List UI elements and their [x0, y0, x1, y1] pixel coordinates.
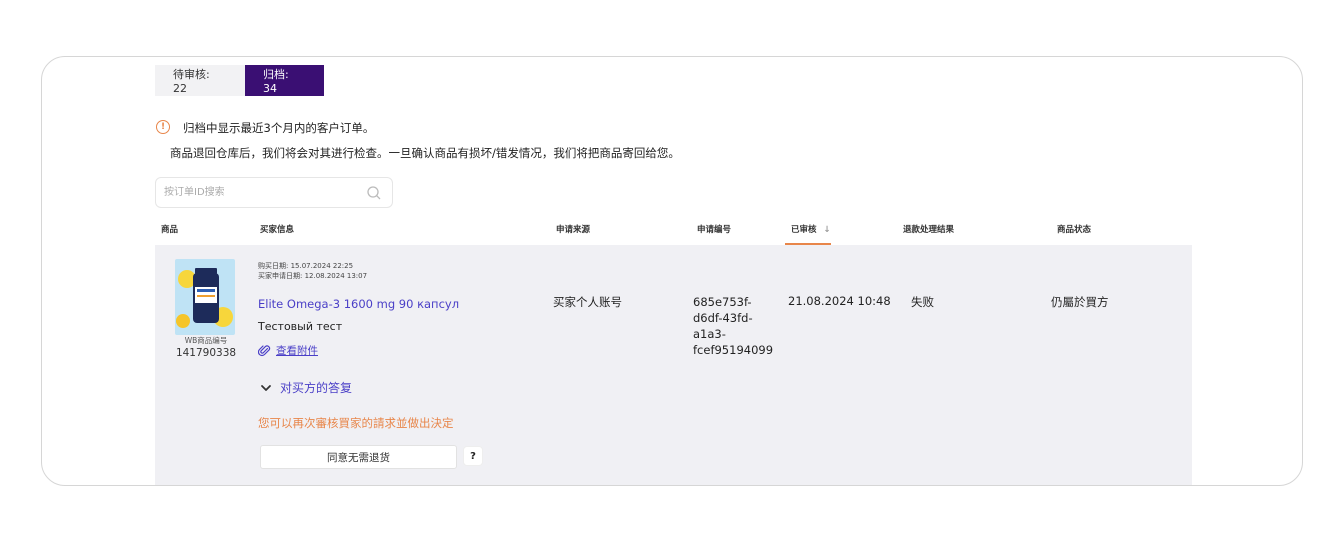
app-number-line: d6df-43fd- [693, 311, 753, 325]
search-input[interactable] [164, 178, 364, 207]
paperclip-icon [258, 344, 271, 356]
info-icon: ! [156, 120, 170, 134]
search-icon[interactable] [366, 185, 382, 201]
sort-arrow-icon: ↓ [823, 225, 831, 235]
reply-to-buyer-toggle[interactable]: 对买方的答复 [260, 379, 352, 396]
purchase-date: 购买日期: 15.07.2024 22:25 [258, 262, 354, 270]
header-app-number: 申请编号 [697, 225, 732, 235]
view-attachments-link[interactable]: 查看附件 [258, 343, 318, 358]
reply-to-buyer-label: 对买方的答复 [280, 381, 353, 395]
tab-pending[interactable]: 待审核: 22 [155, 65, 245, 96]
app-number-line: fcef95194099 [693, 343, 774, 357]
app-number-line: 685e753f- [693, 295, 752, 309]
request-date: 买家申请日期: 12.08.2024 13:07 [258, 272, 368, 280]
tab-archived[interactable]: 归档: 34 [245, 65, 324, 96]
refund-result-value: 失败 [911, 295, 934, 309]
product-name-link[interactable]: Elite Omega-3 1600 mg 90 капсул [258, 297, 459, 311]
buyer-comment: Тестовый тест [258, 320, 343, 333]
source-value: 买家个人账号 [553, 295, 622, 309]
header-product: 商品 [161, 225, 179, 235]
view-attachments-label: 查看附件 [276, 345, 318, 357]
order-search [155, 177, 393, 208]
wb-sku-label: WB商品编号 [184, 336, 228, 345]
tab-bar: 待审核: 22 归档: 34 [155, 65, 324, 96]
notice-text-1: 归档中显示最近3个月内的客户订单。 [183, 121, 375, 135]
wb-sku-value: 141790338 [175, 347, 237, 359]
header-reviewed[interactable]: 已审核 ↓ [791, 223, 831, 235]
product-image[interactable] [175, 259, 235, 335]
review-again-note: 您可以再次審核買家的請求並做出決定 [258, 416, 454, 430]
header-refund-result: 退款处理结果 [903, 225, 955, 235]
header-product-status: 商品状态 [1057, 225, 1092, 235]
product-status-value: 仍屬於買方 [1051, 295, 1109, 309]
app-number-line: a1a3- [693, 327, 726, 341]
table-header: 商品 买家信息 申请来源 申请编号 已审核 ↓ 退款处理结果 商品状态 [155, 217, 1192, 245]
header-source: 申请来源 [556, 225, 591, 235]
chevron-down-icon [261, 384, 271, 391]
agree-no-return-button[interactable]: 同意无需退货 [260, 445, 457, 469]
header-reviewed-label: 已审核 [791, 225, 817, 235]
application-number: 685e753f- d6df-43fd- a1a3- fcef95194099 [693, 294, 773, 358]
header-buyer-info: 买家信息 [260, 225, 295, 235]
table-row: WB商品编号 141790338 购买日期: 15.07.2024 22:25 … [155, 245, 1192, 485]
reviewed-date: 21.08.2024 10:48 [788, 294, 891, 308]
archive-card: 待审核: 22 归档: 34 ! 归档中显示最近3个月内的客户订单。 商品退回仓… [41, 56, 1303, 486]
help-button[interactable]: ? [463, 446, 483, 466]
notice-text-2: 商品退回仓库后，我们将会对其进行检查。一旦确认商品有损坏/错发情况，我们将把商品… [170, 146, 680, 160]
